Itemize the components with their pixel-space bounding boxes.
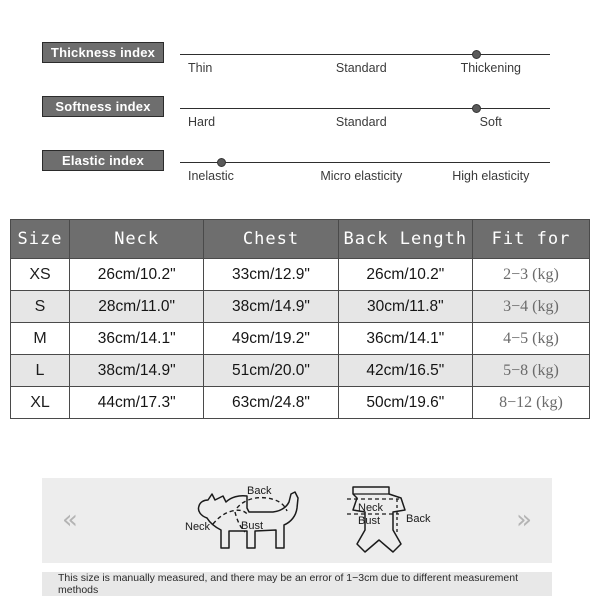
column-header-size: Size xyxy=(10,219,70,259)
cell-back-length: 26cm/10.2" xyxy=(337,258,474,291)
cell-size: S xyxy=(10,290,70,323)
index-row-thickness: Thickness index Thin Standard Thickening xyxy=(0,42,600,98)
cell-fit-for: 2−3 (kg) xyxy=(472,258,590,291)
cell-back-length: 42cm/16.5" xyxy=(337,354,474,387)
cell-chest: 49cm/19.2" xyxy=(203,322,339,355)
cell-chest: 51cm/20.0" xyxy=(203,354,339,387)
cell-neck: 44cm/17.3" xyxy=(68,386,205,419)
tick-label: Thin xyxy=(188,61,213,75)
index-sliders-section: Thickness index Thin Standard Thickening… xyxy=(0,0,600,200)
tick-label: Standard xyxy=(335,115,387,129)
cell-neck: 26cm/10.2" xyxy=(68,258,205,291)
next-arrow-icon[interactable]: » xyxy=(516,507,532,533)
track-line xyxy=(180,162,550,163)
table-row: M 36cm/14.1" 49cm/19.2" 36cm/14.1" 4−5 (… xyxy=(10,322,590,355)
table-row: S 28cm/11.0" 38cm/14.9" 30cm/11.8" 3−4 (… xyxy=(10,290,590,323)
table-row: L 38cm/14.9" 51cm/20.0" 42cm/16.5" 5−8 (… xyxy=(10,354,590,387)
cell-back-length: 36cm/14.1" xyxy=(337,322,474,355)
index-row-softness: Softness index Hard Standard Soft xyxy=(0,96,600,152)
cell-neck: 38cm/14.9" xyxy=(68,354,205,387)
track-line xyxy=(180,108,550,109)
track-ticks-thickness: Thin Standard Thickening xyxy=(180,61,550,75)
track-dot-thickness[interactable] xyxy=(472,50,482,59)
cell-back-length: 30cm/11.8" xyxy=(337,290,474,323)
index-row-elastic: Elastic index Inelastic Micro elasticity… xyxy=(0,150,600,206)
cell-neck: 28cm/11.0" xyxy=(68,290,205,323)
garment-measurement-diagram: Neck Bust Back xyxy=(347,486,431,553)
garment-neck-label: Neck xyxy=(358,502,384,514)
track-line xyxy=(180,54,550,55)
track-dot-softness[interactable] xyxy=(472,104,482,113)
cell-chest: 33cm/12.9" xyxy=(203,258,339,291)
table-row: XL 44cm/17.3" 63cm/24.8" 50cm/19.6" 8−12… xyxy=(10,386,590,419)
index-label-softness: Softness index xyxy=(42,96,164,117)
tick-label: Thickening xyxy=(460,61,522,75)
cell-size: M xyxy=(10,322,70,355)
disclaimer-text: This size is manually measured, and ther… xyxy=(58,572,518,596)
column-header-chest: Chest xyxy=(203,219,339,259)
tick-label: Standard xyxy=(335,61,387,75)
cell-neck: 36cm/14.1" xyxy=(68,322,205,355)
size-chart-table: Size Neck Chest Back Length Fit for XS 2… xyxy=(10,219,590,419)
dog-bust-label: Bust xyxy=(241,520,263,532)
measurement-disclaimer: This size is manually measured, and ther… xyxy=(42,572,552,596)
column-header-back-length: Back Length xyxy=(337,219,474,259)
cell-size: L xyxy=(10,354,70,387)
table-header-row: Size Neck Chest Back Length Fit for xyxy=(10,219,590,259)
index-label-elastic: Elastic index xyxy=(42,150,164,171)
cell-size: XS xyxy=(10,258,70,291)
column-header-fit-for: Fit for xyxy=(472,219,590,259)
tick-label: Micro elasticity xyxy=(320,169,403,183)
column-header-neck: Neck xyxy=(68,219,205,259)
garment-back-label: Back xyxy=(406,513,431,525)
cell-chest: 38cm/14.9" xyxy=(203,290,339,323)
track-ticks-softness: Hard Standard Soft xyxy=(180,115,550,129)
garment-bust-label: Bust xyxy=(358,515,380,527)
dog-measurement-diagram: Neck Bust Back xyxy=(185,485,299,549)
cell-fit-for: 4−5 (kg) xyxy=(472,322,590,355)
cell-fit-for: 5−8 (kg) xyxy=(472,354,590,387)
cell-size: XL xyxy=(10,386,70,419)
index-label-thickness: Thickness index xyxy=(42,42,164,63)
cell-chest: 63cm/24.8" xyxy=(203,386,339,419)
tick-label: High elasticity xyxy=(452,169,530,183)
cell-back-length: 50cm/19.6" xyxy=(337,386,474,419)
tick-label: Hard xyxy=(188,115,216,129)
tick-label: Inelastic xyxy=(188,169,234,183)
track-ticks-elastic: Inelastic Micro elasticity High elastici… xyxy=(180,169,550,183)
dog-back-label: Back xyxy=(247,485,272,497)
cell-fit-for: 8−12 (kg) xyxy=(472,386,590,419)
measurement-illustration-panel: « » Neck Bust Back Neck Bust Back xyxy=(42,478,552,563)
back-measure-line xyxy=(236,496,288,512)
track-dot-elastic[interactable] xyxy=(217,158,226,167)
cell-fit-for: 3−4 (kg) xyxy=(472,290,590,323)
tick-label: Soft xyxy=(479,115,502,129)
dog-neck-label: Neck xyxy=(185,521,211,533)
prev-arrow-icon[interactable]: « xyxy=(62,507,78,533)
table-row: XS 26cm/10.2" 33cm/12.9" 26cm/10.2" 2−3 … xyxy=(10,258,590,291)
